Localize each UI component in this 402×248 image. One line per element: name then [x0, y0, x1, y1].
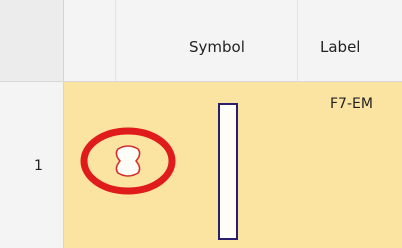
red-circle-highlight-icon	[80, 127, 176, 195]
column-header-label[interactable]: Label	[298, 0, 402, 81]
row-header[interactable]: 1	[0, 82, 64, 248]
column-header-row: Symbol Label	[0, 0, 402, 82]
corner-cell[interactable]	[0, 0, 64, 81]
column-header-label-label: Label	[320, 38, 361, 56]
column-header-symbol-label: Symbol	[189, 38, 245, 56]
vertical-rectangle-symbol-icon[interactable]	[218, 103, 238, 240]
row-number: 1	[34, 158, 43, 174]
table-row[interactable]: F7-EM	[64, 82, 402, 248]
column-header-blank[interactable]	[64, 0, 116, 81]
column-header-symbol[interactable]: Symbol	[116, 0, 298, 81]
symbol-grid: Symbol Label 1 F7-EM	[0, 0, 402, 248]
row-label[interactable]: F7-EM	[330, 96, 373, 112]
